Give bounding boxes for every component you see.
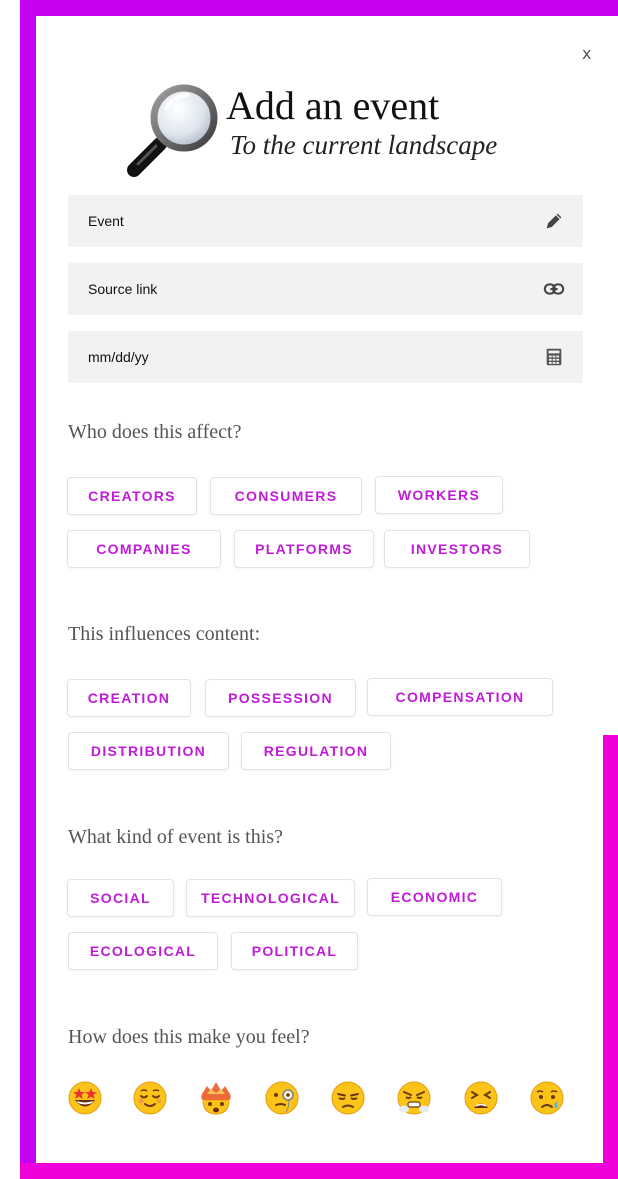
affect-section-title: Who does this affect?	[68, 421, 242, 443]
page-title: Add an event	[226, 83, 440, 128]
influence-option-possession[interactable]: POSSESSION	[205, 679, 356, 717]
kind-option-economic[interactable]: ECONOMIC	[367, 878, 502, 916]
influence-section-title: This influences content:	[68, 623, 261, 645]
kind-option-political[interactable]: POLITICAL	[231, 932, 358, 970]
kind-option-ecological[interactable]: ECOLOGICAL	[68, 932, 218, 970]
date-field[interactable]: mm/dd/yy	[68, 331, 583, 383]
affect-option-workers[interactable]: WORKERS	[375, 476, 503, 514]
source-link-field-placeholder: Source link	[88, 281, 158, 297]
page-subtitle: To the current landscape	[230, 130, 498, 160]
affect-option-companies[interactable]: COMPANIES	[67, 530, 221, 568]
frame-left-border	[20, 0, 36, 1179]
affect-option-consumers[interactable]: CONSUMERS	[210, 477, 362, 515]
magnifying-glass-icon	[127, 84, 218, 177]
frame-top-border	[20, 0, 618, 16]
star-struck-emoji[interactable]	[67, 1080, 103, 1116]
affect-option-creators[interactable]: CREATORS	[67, 477, 197, 515]
affect-option-platforms[interactable]: PLATFORMS	[234, 530, 374, 568]
kind-option-technological[interactable]: TECHNOLOGICAL	[186, 879, 355, 917]
affect-option-investors[interactable]: INVESTORS	[384, 530, 530, 568]
calculator-icon	[546, 348, 562, 366]
frame-bottom-border	[20, 1163, 618, 1179]
influence-option-distribution[interactable]: DISTRIBUTION	[68, 732, 229, 770]
kind-option-social[interactable]: SOCIAL	[67, 879, 174, 917]
frame-right-border	[603, 735, 618, 1179]
monocle-emoji[interactable]	[264, 1080, 300, 1116]
influence-option-creation[interactable]: CREATION	[67, 679, 191, 717]
event-field-placeholder: Event	[88, 213, 124, 229]
influence-option-compensation[interactable]: COMPENSATION	[367, 678, 553, 716]
influence-option-regulation[interactable]: REGULATION	[241, 732, 391, 770]
add-event-panel: x Add an event To the current landscape	[36, 16, 603, 1163]
source-link-field[interactable]: Source link	[68, 263, 583, 315]
pencil-icon	[546, 213, 562, 229]
tired-emoji[interactable]	[463, 1080, 499, 1116]
crying-emoji[interactable]	[529, 1080, 565, 1116]
exploding-head-emoji[interactable]	[198, 1080, 234, 1116]
close-button[interactable]: x	[582, 44, 591, 63]
feel-section-title: How does this make you feel?	[68, 1026, 310, 1048]
relieved-emoji[interactable]	[132, 1080, 168, 1116]
kind-section-title: What kind of event is this?	[68, 826, 283, 848]
steam-from-nose-emoji[interactable]	[396, 1080, 432, 1116]
unamused-emoji[interactable]	[330, 1080, 366, 1116]
panel-header: Add an event To the current landscape	[126, 68, 546, 178]
event-field[interactable]: Event	[68, 195, 583, 247]
link-icon	[543, 283, 565, 295]
date-field-placeholder: mm/dd/yy	[88, 349, 149, 365]
